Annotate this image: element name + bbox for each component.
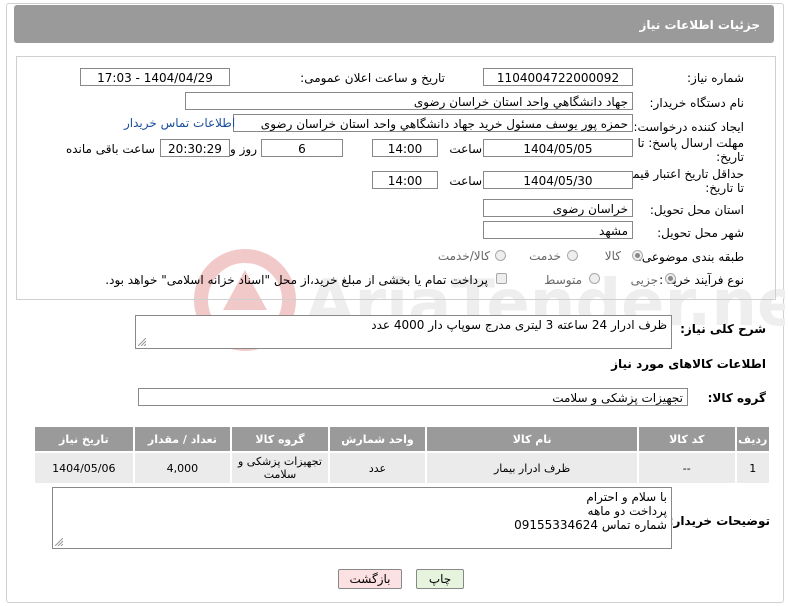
process-radio-medium[interactable] <box>589 273 600 284</box>
col-row: ردیف <box>734 425 772 453</box>
process-option-minor: جزیی <box>630 273 658 287</box>
days-remaining-field: 6 <box>261 139 343 157</box>
price-date-field: 1404/05/30 <box>483 171 633 189</box>
buyer-org-field: جهاد دانشگاهي واحد استان خراسان رضوی <box>185 92 633 110</box>
cell-row: 1 <box>734 451 772 485</box>
description-textarea[interactable]: ظرف ادرار 24 ساعته 3 لیتری مدرج سوپاپ دا… <box>135 315 672 349</box>
need-number-label: شماره نیاز: <box>687 71 744 85</box>
creator-field: حمزه پور یوسف مسئول خرید جهاد دانشگاهي و… <box>233 114 633 132</box>
page-header: جزئیات اطلاعات نیاز <box>14 5 774 43</box>
deadline-date-field: 1404/05/05 <box>483 139 633 157</box>
need-number-field: 1104004722000092 <box>483 68 633 86</box>
resize-grip-icon[interactable] <box>55 538 63 546</box>
page-title: جزئیات اطلاعات نیاز <box>639 18 760 32</box>
category-option-service: خدمت <box>529 249 561 263</box>
table-row: 1 -- ظرف ادرار بیمار عدد تجهیزات پزشکی و… <box>33 451 772 485</box>
city-field: مشهد <box>483 221 633 239</box>
goods-table-header: ردیف کد کالا نام کالا واحد شمارش گروه کا… <box>33 425 772 453</box>
days-label: روز و <box>230 142 257 156</box>
cell-code: -- <box>636 451 737 485</box>
deadline-label: مهلت ارسال پاسخ: تا <box>637 136 744 150</box>
price-time-label: ساعت <box>449 174 482 188</box>
description-text: ظرف ادرار 24 ساعته 3 لیتری مدرج سوپاپ دا… <box>371 318 667 332</box>
buyer-contact-link[interactable]: اطلاعات تماس خریدار <box>124 116 235 130</box>
goods-table: ردیف کد کالا نام کالا واحد شمارش گروه کا… <box>33 425 772 485</box>
cell-date: 1404/05/06 <box>33 451 135 485</box>
cell-unit: عدد <box>327 451 428 485</box>
cell-name: ظرف ادرار بیمار <box>425 451 639 485</box>
treasury-payment-checkbox[interactable] <box>496 273 507 284</box>
buyer-org-label: نام دستگاه خریدار: <box>649 96 745 110</box>
buyer-notes-textarea[interactable]: با سلام و احترام پرداخت دو ماهه شماره تم… <box>52 487 672 549</box>
process-radio-minor[interactable] <box>665 273 676 284</box>
remaining-time-field: 20:30:29 <box>160 139 230 157</box>
buyer-notes-label: توضیحات خریدار: <box>668 514 770 528</box>
price-validity-label: حداقل تاریخ اعتبار قیمت: <box>617 167 744 181</box>
col-qty: تعداد / مقدار <box>132 425 233 453</box>
treasury-payment-note: پرداخت تمام یا بخشی از مبلغ خرید،از محل … <box>105 273 488 287</box>
goods-group-label: گروه کالا: <box>707 391 766 405</box>
buyer-notes-line-3: شماره تماس 09155334624 <box>514 518 667 532</box>
buyer-notes-line-2: پرداخت دو ماهه <box>587 504 667 518</box>
deadline-time-field: 14:00 <box>372 139 438 157</box>
description-label: شرح کلی نیاز: <box>680 322 766 336</box>
announce-label: تاریخ و ساعت اعلان عمومی: <box>300 71 445 85</box>
resize-grip-icon[interactable] <box>138 338 146 346</box>
remaining-time-label: ساعت باقی مانده <box>65 142 155 156</box>
province-field: خراسان رضوی <box>483 199 633 217</box>
category-label: طبقه بندی موضوعی: <box>637 250 744 264</box>
col-name: نام کالا <box>425 425 639 453</box>
price-time-field: 14:00 <box>372 171 438 189</box>
deadline-time-label: ساعت <box>449 142 482 156</box>
back-button[interactable]: بازگشت <box>338 569 402 589</box>
category-option-goods: کالا <box>604 249 621 263</box>
price-validity-label-date: تا تاریخ: <box>705 181 744 195</box>
cell-group: تجهیزات پزشکی و سلامت <box>230 451 330 485</box>
buyer-notes-line-1: با سلام و احترام <box>586 490 667 504</box>
category-radio-goods-service[interactable] <box>495 250 506 261</box>
print-button[interactable]: چاپ <box>416 569 464 589</box>
goods-group-field: تجهیزات پزشکی و سلامت <box>138 388 688 406</box>
col-unit: واحد شمارش <box>327 425 428 453</box>
province-label: استان محل تحویل: <box>649 203 744 217</box>
city-label: شهر محل تحویل: <box>657 226 744 240</box>
process-option-medium: متوسط <box>544 273 582 287</box>
deadline-label-date: تاریخ: <box>716 150 744 164</box>
col-group: گروه کالا <box>230 425 330 453</box>
category-radio-service[interactable] <box>567 250 578 261</box>
category-option-goods-service: کالا/خدمت <box>437 249 490 263</box>
goods-section-title: اطلاعات کالاهای مورد نیاز <box>611 357 766 371</box>
creator-label: ایجاد کننده درخواست: <box>633 120 744 134</box>
category-radio-goods[interactable] <box>632 250 643 261</box>
announce-field: 1404/04/29 - 17:03 <box>80 68 230 86</box>
col-code: کد کالا <box>636 425 737 453</box>
cell-qty: 4,000 <box>132 451 233 485</box>
col-date: تاریخ نیاز <box>33 425 135 453</box>
